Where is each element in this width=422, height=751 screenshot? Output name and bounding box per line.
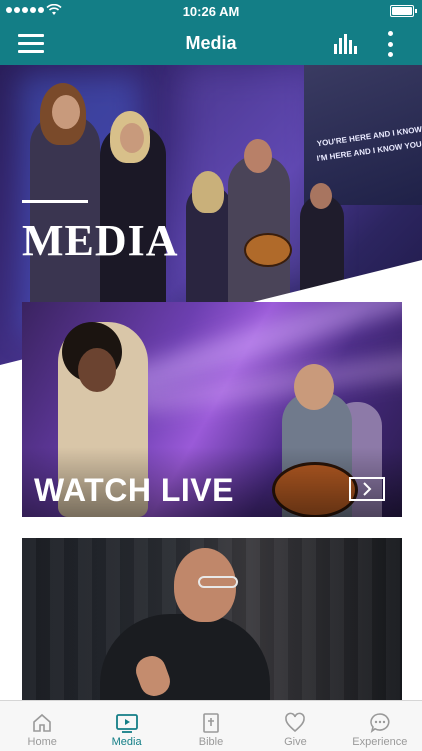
hero-title-rule [22, 200, 88, 203]
chat-bubble-icon [370, 713, 390, 733]
tab-label: Experience [352, 736, 408, 748]
heart-icon [285, 712, 306, 733]
battery-icon [390, 5, 417, 17]
watch-live-card[interactable]: WATCH LIVE [22, 302, 402, 517]
chevron-right-icon[interactable] [349, 477, 385, 501]
more-options-icon[interactable] [386, 31, 394, 57]
audio-bars-icon[interactable] [334, 34, 360, 54]
nav-bar: Media [0, 22, 422, 65]
tab-label: Give [284, 736, 307, 748]
sermon-card[interactable] [22, 538, 402, 700]
media-content: YOU'RE HERE AND I KNOW YOU ARE MOVING I'… [0, 65, 422, 700]
hero-title: MEDIA [22, 216, 179, 265]
home-icon [33, 713, 52, 732]
tab-experience[interactable]: Experience [338, 701, 422, 751]
tab-label: Bible [198, 736, 224, 748]
status-time: 10:26 AM [182, 4, 240, 19]
bible-icon [203, 713, 219, 733]
tab-media[interactable]: Media [84, 701, 168, 751]
tab-bar: Home Media Bible Give Experience [0, 700, 422, 751]
tab-give[interactable]: Give [253, 701, 337, 751]
tv-play-icon [115, 714, 138, 733]
tab-label: Home [27, 736, 57, 748]
tab-bible[interactable]: Bible [169, 701, 253, 751]
tab-home[interactable]: Home [0, 701, 84, 751]
watch-live-title: WATCH LIVE [34, 472, 234, 508]
status-bar: 10:26 AM [0, 0, 422, 22]
tab-label: Media [111, 736, 142, 748]
